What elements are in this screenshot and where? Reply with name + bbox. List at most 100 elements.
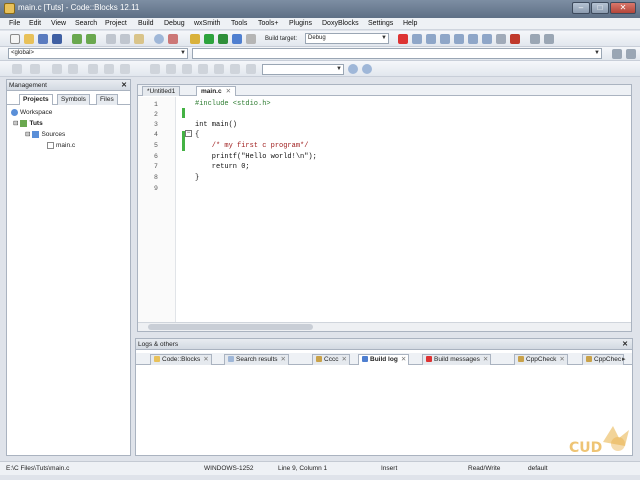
menu-help[interactable]: Help	[403, 20, 417, 27]
tab-cppcheck[interactable]: CppCheck ✕	[514, 354, 568, 365]
tab-main-c-label: main.c	[201, 88, 222, 95]
management-header: Management ✕	[7, 80, 130, 91]
fold-toggle-icon[interactable]: −	[185, 130, 192, 137]
logs-tabs: Code::Blocks ✕ Search results ✕ Cccc ✕ Buil…	[136, 353, 632, 365]
status-access: Read/Write	[468, 465, 501, 472]
status-file-path: E:\C Files\Tuts\main.c	[6, 465, 70, 472]
run-to-cursor-icon[interactable]	[412, 34, 422, 44]
run-icon[interactable]	[204, 34, 214, 44]
undo-icon[interactable]	[72, 34, 82, 44]
toolbar-disabled-icon	[88, 64, 98, 74]
tabs-scroll-right-icon[interactable]: ▸	[622, 355, 626, 363]
new-file-icon[interactable]	[10, 34, 20, 44]
tab-main-c[interactable]: main.c ✕	[196, 86, 237, 96]
tab-cppcheck-2[interactable]: CppChec	[582, 354, 625, 365]
find-icon[interactable]	[154, 34, 164, 44]
tab-build-messages[interactable]: Build messages ✕	[422, 354, 492, 365]
menu-debug[interactable]: Debug	[164, 20, 185, 27]
scrollbar-thumb[interactable]	[148, 324, 313, 330]
build-gear-icon[interactable]	[190, 34, 200, 44]
toolbar-disabled-icon	[104, 64, 114, 74]
menu-plugins[interactable]: Plugins	[289, 20, 312, 27]
close-tab-icon[interactable]: ✕	[226, 88, 231, 95]
step-into-icon[interactable]	[440, 34, 450, 44]
tab-cccc[interactable]: Cccc ✕	[312, 354, 350, 365]
cut-icon[interactable]	[106, 34, 116, 44]
tab-build-log[interactable]: Build log ✕	[358, 354, 410, 365]
pause-debugger-icon[interactable]	[496, 34, 506, 44]
tree-project-label: Tuts	[29, 120, 43, 127]
scope-select[interactable]: <global> ▼	[8, 48, 188, 59]
tab-search-results[interactable]: Search results ✕	[224, 354, 289, 365]
close-tab-icon[interactable]: ✕	[401, 356, 406, 363]
code-editor[interactable]: *Untitled1 main.c ✕ 1 2 3 4 5 6 7 8 9 − #…	[137, 84, 632, 332]
paste-icon[interactable]	[134, 34, 144, 44]
jump-declaration-icon[interactable]	[612, 49, 622, 59]
menu-search[interactable]: Search	[75, 20, 97, 27]
debugging-windows-icon[interactable]	[530, 34, 540, 44]
close-tab-icon[interactable]: ✕	[203, 356, 208, 363]
maximize-button[interactable]: □	[591, 2, 609, 14]
cppcheck-icon	[586, 356, 592, 363]
status-cursor-position: Line 9, Column 1	[278, 465, 328, 472]
close-icon[interactable]: ✕	[121, 81, 127, 89]
tree-folder[interactable]: ⊟ Sources	[25, 130, 65, 140]
open-folder-icon[interactable]	[24, 34, 34, 44]
horizontal-scrollbar[interactable]	[138, 322, 631, 331]
menu-view[interactable]: View	[51, 20, 66, 27]
close-tab-icon[interactable]: ✕	[559, 356, 564, 363]
debug-start-icon[interactable]	[398, 34, 408, 44]
menu-build[interactable]: Build	[138, 20, 154, 27]
tab-files[interactable]: Files	[96, 94, 118, 105]
tree-workspace[interactable]: Workspace	[11, 108, 52, 118]
tab-codeblocks-log[interactable]: Code::Blocks ✕	[150, 354, 212, 365]
save-icon[interactable]	[38, 34, 48, 44]
tree-project[interactable]: ⊟ Tuts	[13, 119, 43, 129]
menu-wxsmith[interactable]: wxSmith	[194, 20, 220, 27]
save-all-icon[interactable]	[52, 34, 62, 44]
minimize-button[interactable]: –	[572, 2, 590, 14]
toolbar-disabled-icon	[246, 64, 256, 74]
close-window-button[interactable]: ✕	[610, 2, 636, 14]
tab-projects[interactable]: Projects	[19, 94, 53, 105]
search-options-icon[interactable]	[362, 64, 372, 74]
menu-edit[interactable]: Edit	[29, 20, 41, 27]
tab-untitled1[interactable]: *Untitled1	[142, 86, 181, 96]
stop-debugger-icon[interactable]	[510, 34, 520, 44]
search-text-select[interactable]: ▼	[262, 64, 344, 75]
next-line-icon[interactable]	[426, 34, 436, 44]
codeblocks-app-icon	[4, 3, 15, 14]
menu-project[interactable]: Project	[105, 20, 127, 27]
next-instruction-icon[interactable]	[468, 34, 478, 44]
close-tab-icon[interactable]: ✕	[341, 356, 346, 363]
tree-file[interactable]: main.c	[47, 141, 75, 151]
toolbar-disabled-icon	[150, 64, 160, 74]
build-target-select[interactable]: Debug ▼	[305, 33, 389, 44]
copy-icon[interactable]	[120, 34, 130, 44]
tab-symbols[interactable]: Symbols	[57, 94, 90, 105]
menu-file[interactable]: File	[9, 20, 20, 27]
various-info-icon[interactable]	[544, 34, 554, 44]
collapse-icon[interactable]: ⊟	[13, 120, 18, 127]
status-profile: default	[528, 465, 548, 472]
rebuild-icon[interactable]	[232, 34, 242, 44]
menu-settings[interactable]: Settings	[368, 20, 393, 27]
step-out-icon[interactable]	[454, 34, 464, 44]
close-icon[interactable]: ✕	[622, 340, 628, 348]
jump-implementation-icon[interactable]	[626, 49, 636, 59]
line-number: 1	[154, 101, 158, 108]
menu-tools-plus[interactable]: Tools+	[258, 20, 278, 27]
close-tab-icon[interactable]: ✕	[281, 356, 286, 363]
menu-doxyblocks[interactable]: DoxyBlocks	[322, 20, 359, 27]
close-tab-icon[interactable]: ✕	[483, 356, 488, 363]
search-icon[interactable]	[348, 64, 358, 74]
replace-icon[interactable]	[168, 34, 178, 44]
collapse-icon[interactable]: ⊟	[25, 131, 30, 138]
redo-icon[interactable]	[86, 34, 96, 44]
menu-tools[interactable]: Tools	[231, 20, 247, 27]
step-into-instruction-icon[interactable]	[482, 34, 492, 44]
abort-icon[interactable]	[246, 34, 256, 44]
chevron-down-icon: ▼	[336, 66, 342, 72]
function-select[interactable]: ▼	[192, 48, 602, 59]
build-and-run-icon[interactable]	[218, 34, 228, 44]
